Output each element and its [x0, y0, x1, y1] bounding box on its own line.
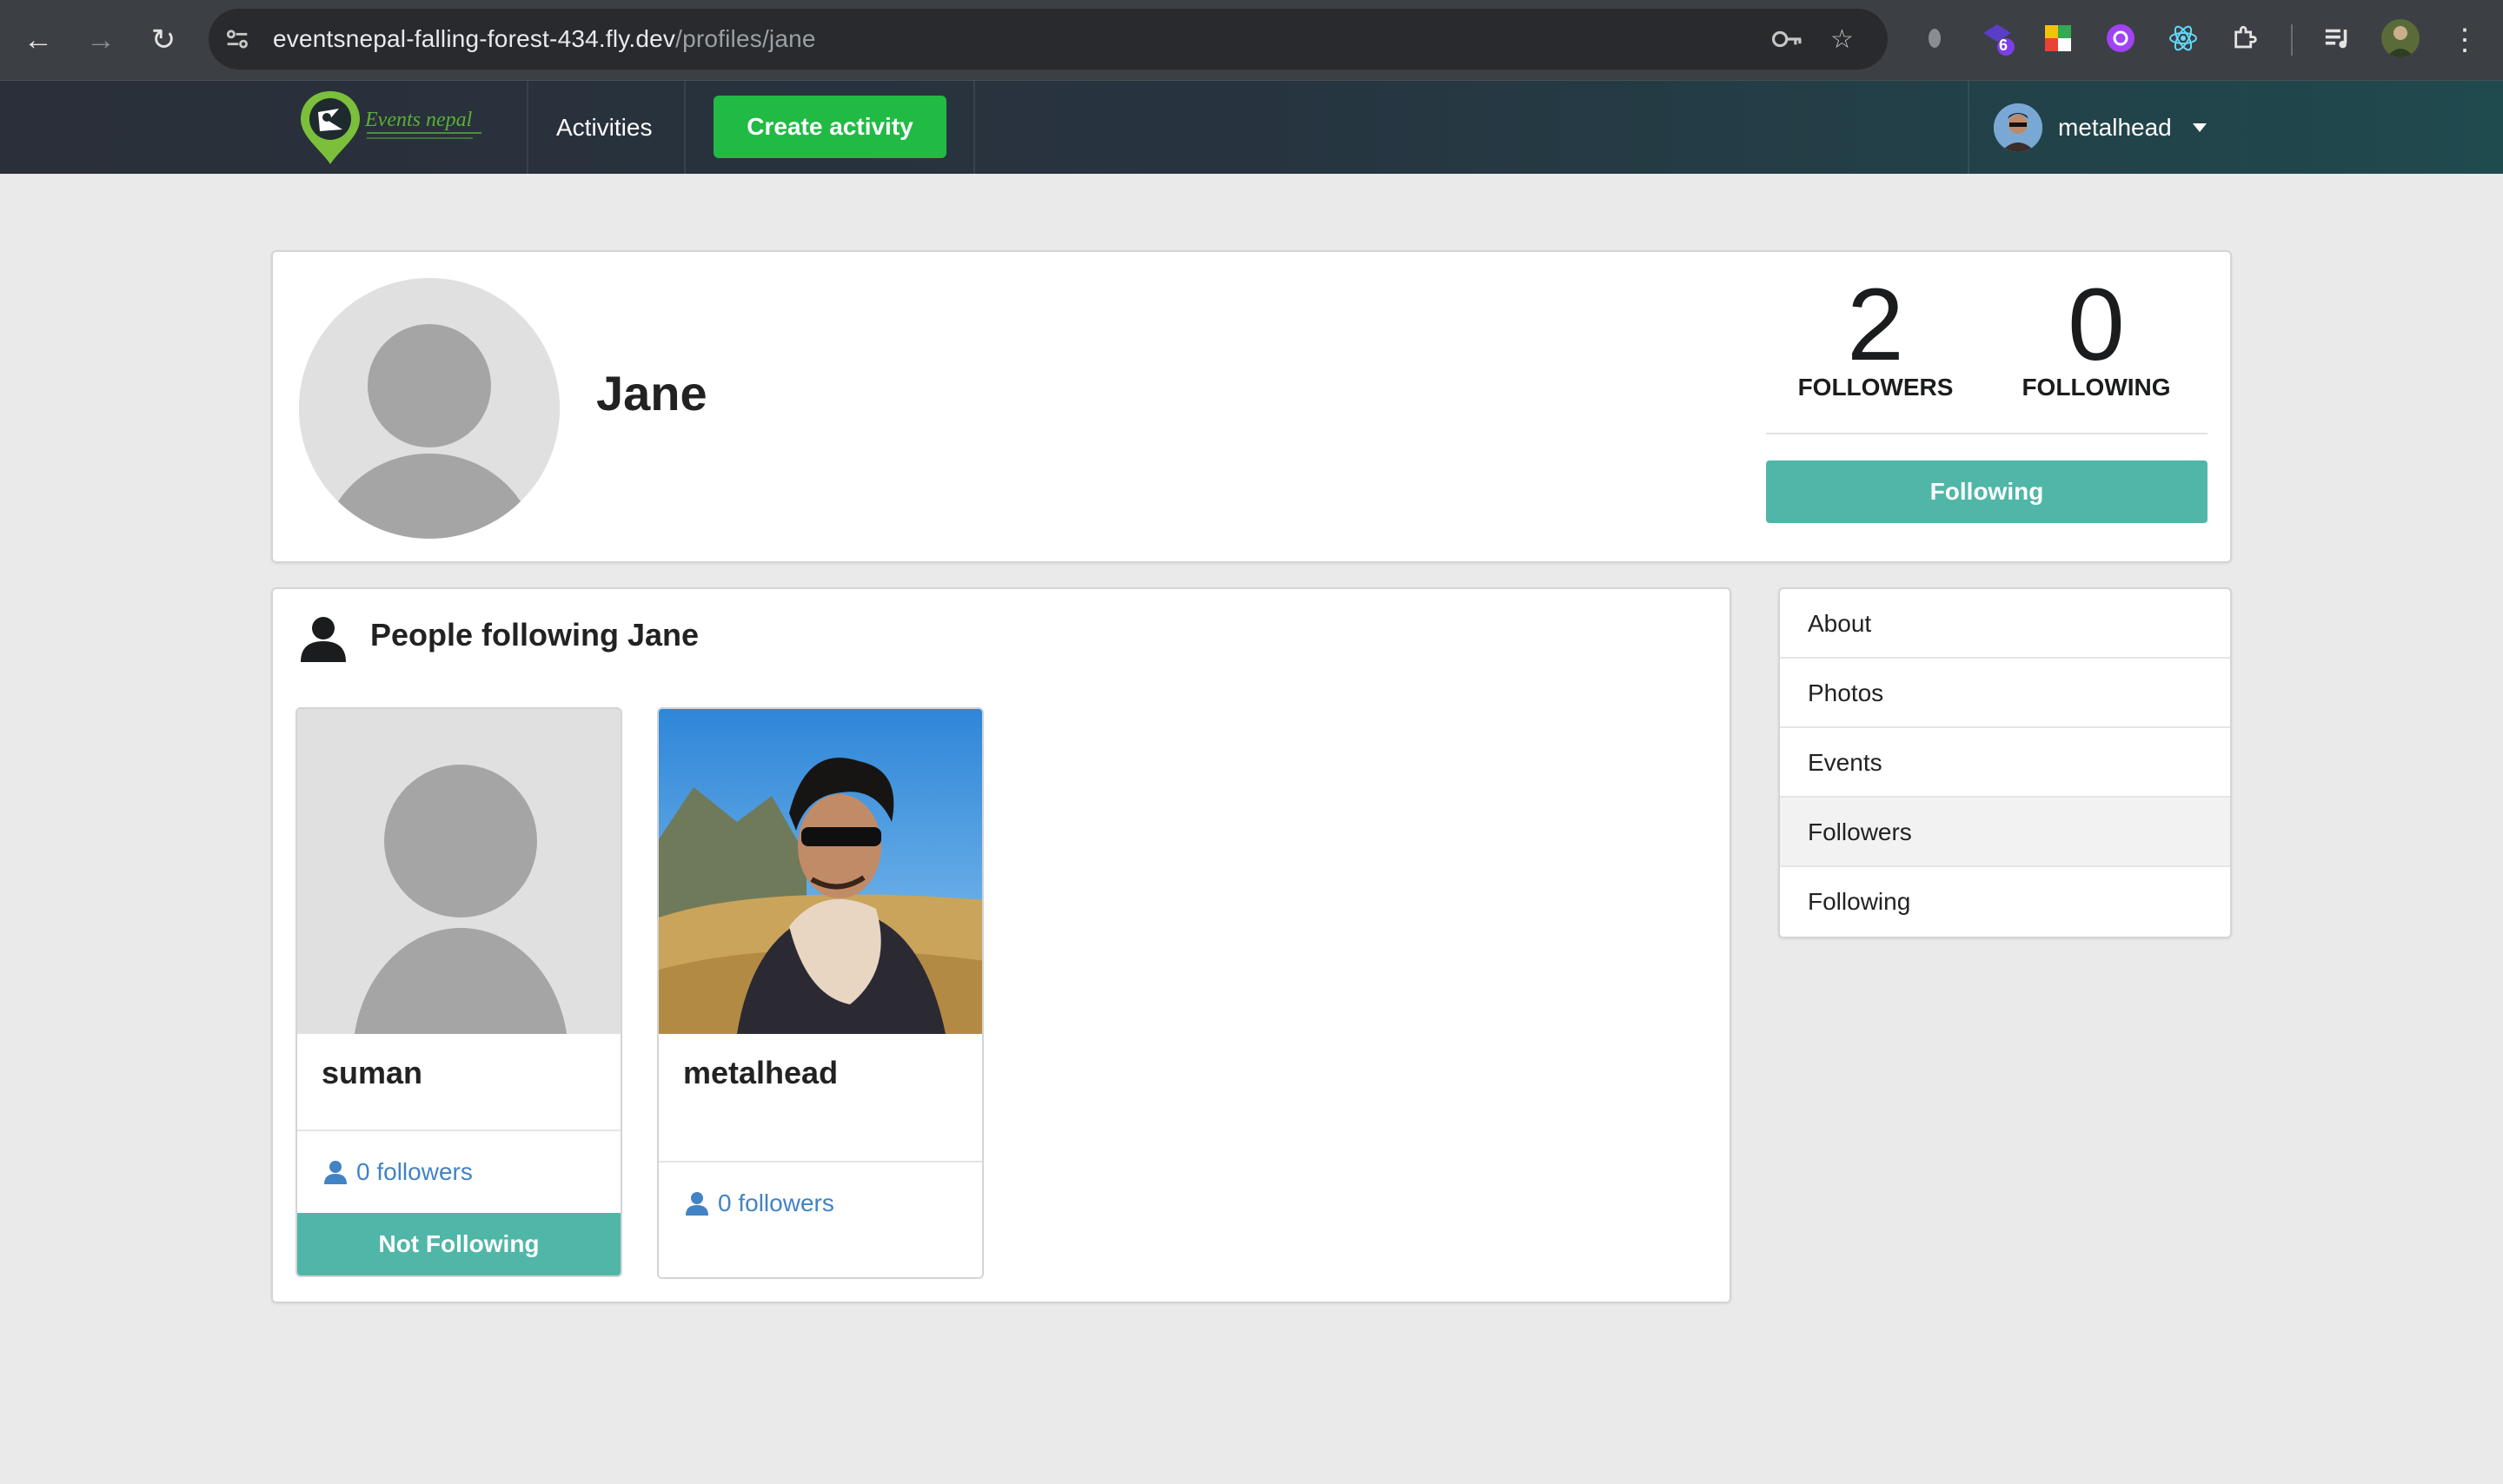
app-navbar: Events nepal Activities Create activity …: [0, 80, 2503, 175]
site-info-icon[interactable]: [222, 9, 252, 70]
followers-count: 2: [1847, 268, 1904, 382]
user-icon: [686, 1192, 708, 1216]
user-icon: [299, 613, 348, 662]
user-avatar: [1994, 103, 2042, 152]
browser-toolbar: ← → ↻ eventsnepal-falling-forest-434.fly…: [0, 0, 2503, 80]
stats-divider: [1766, 433, 2208, 434]
nav-divider: [1968, 81, 1969, 175]
nav-divider: [527, 81, 528, 175]
menu-item-about[interactable]: About: [1780, 589, 2230, 659]
browser-menu-icon[interactable]: ⋮: [2444, 19, 2486, 61]
follower-photo: [659, 709, 982, 1034]
profile-name: Jane: [596, 366, 707, 421]
following-count: 0: [2068, 268, 2125, 382]
follower-card-metalhead[interactable]: metalhead 0 followers: [657, 707, 984, 1279]
menu-item-events[interactable]: Events: [1780, 728, 2230, 798]
dropdown-caret-icon: [2192, 123, 2207, 132]
extension-icon-1[interactable]: [1915, 19, 1954, 57]
extensions-puzzle-icon[interactable]: [2227, 19, 2265, 57]
following-button[interactable]: Following: [1766, 460, 2208, 523]
key-icon[interactable]: [1771, 9, 1804, 70]
followers-label: FOLLOWERS: [1797, 374, 1954, 401]
follower-card-suman[interactable]: suman 0 followers Not Following: [295, 707, 622, 1277]
url-host: eventsnepal-falling-forest-434.fly.dev: [273, 25, 676, 52]
follower-name[interactable]: metalhead: [659, 1034, 982, 1161]
following-label: FOLLOWING: [2022, 374, 2171, 401]
url-text: eventsnepal-falling-forest-434.fly.dev/p…: [273, 9, 816, 70]
bookmark-star-icon[interactable]: ☆: [1830, 9, 1854, 70]
not-following-button[interactable]: Not Following: [297, 1213, 621, 1275]
media-control-icon[interactable]: [2319, 19, 2357, 57]
back-icon[interactable]: ←: [17, 19, 59, 61]
profile-avatar-icon[interactable]: [2381, 19, 2420, 57]
address-bar[interactable]: eventsnepal-falling-forest-434.fly.dev/p…: [209, 9, 1888, 70]
toolbar-divider: [2291, 24, 2293, 56]
profile-header-card: Jane 2 FOLLOWERS 0 FOLLOWING Following: [271, 250, 2232, 563]
following-stat: 0 FOLLOWING: [2009, 271, 2183, 401]
extension-badge-count: 6: [1999, 36, 2008, 54]
menu-item-photos[interactable]: Photos: [1780, 659, 2230, 728]
menu-item-following[interactable]: Following: [1780, 867, 2230, 937]
follower-name[interactable]: suman: [297, 1034, 621, 1130]
nav-activities-link[interactable]: Activities: [556, 81, 652, 175]
create-activity-button[interactable]: Create activity: [714, 96, 946, 158]
extension-badge-icon[interactable]: 6: [1978, 19, 2016, 57]
user-menu-dropdown[interactable]: metalhead: [1994, 81, 2207, 175]
follower-avatar: [297, 709, 621, 1034]
forward-icon[interactable]: →: [80, 19, 122, 61]
extension-icon-2[interactable]: [2039, 19, 2077, 57]
user-icon: [324, 1161, 347, 1184]
nav-divider: [684, 81, 686, 175]
nav-divider: [973, 81, 975, 175]
extension-icon-3[interactable]: [2101, 19, 2140, 57]
follower-followers-count: 0 followers: [356, 1158, 473, 1185]
url-path: /profiles/jane: [675, 25, 816, 52]
reload-icon[interactable]: ↻: [143, 19, 184, 61]
follower-followers-link[interactable]: 0 followers: [297, 1130, 621, 1213]
panel-title: People following Jane: [370, 617, 700, 653]
followers-panel: People following Jane suman 0 followers …: [271, 587, 1731, 1303]
user-name: metalhead: [2058, 114, 2172, 141]
followers-stat: 2 FOLLOWERS: [1789, 271, 1962, 401]
logo-text: Events nepal: [364, 109, 473, 131]
menu-item-followers[interactable]: Followers: [1780, 798, 2230, 867]
follower-followers-link[interactable]: 0 followers: [659, 1161, 982, 1244]
profile-menu: About Photos Events Followers Following: [1778, 587, 2232, 938]
events-nepal-logo[interactable]: Events nepal: [299, 86, 487, 166]
profile-avatar: [299, 278, 560, 539]
follower-followers-count: 0 followers: [718, 1189, 834, 1216]
react-devtools-icon[interactable]: [2164, 19, 2202, 57]
